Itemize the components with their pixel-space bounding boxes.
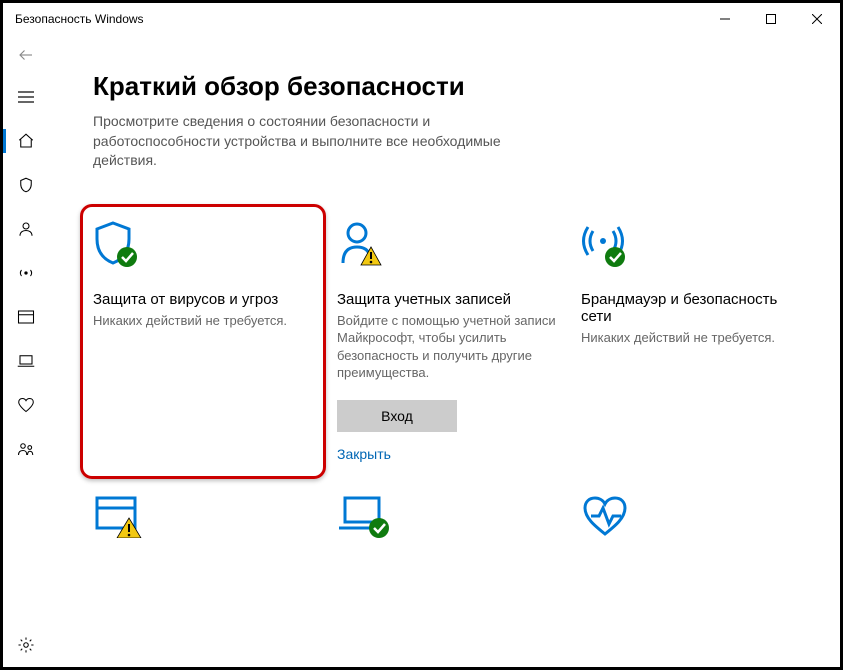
sidebar-item-home[interactable] (3, 119, 49, 163)
laptop-check-icon (337, 494, 393, 538)
close-button[interactable] (794, 3, 840, 35)
menu-button[interactable] (3, 75, 49, 119)
app-icon (17, 309, 35, 325)
page-description: Просмотрите сведения о состоянии безопас… (93, 112, 513, 171)
sidebar-item-health[interactable] (3, 383, 49, 427)
laptop-icon (17, 354, 35, 368)
sidebar-item-firewall[interactable] (3, 251, 49, 295)
heart-icon (17, 397, 35, 413)
tile-title: Брандмауэр и безопасность сети (581, 291, 801, 325)
tile-device-health[interactable] (581, 494, 801, 538)
gear-icon (17, 636, 35, 654)
tile-device-security[interactable] (337, 494, 557, 538)
shield-icon (17, 176, 35, 194)
sidebar-item-account[interactable] (3, 207, 49, 251)
signin-button[interactable]: Вход (337, 400, 457, 432)
tile-virus-protection[interactable]: Защита от вирусов и угроз Никаких действ… (80, 204, 326, 479)
page-title: Краткий обзор безопасности (93, 71, 820, 102)
sidebar-item-appbrowser[interactable] (3, 295, 49, 339)
tile-title: Защита учетных записей (337, 291, 557, 308)
back-button[interactable] (3, 35, 49, 75)
sidebar-item-device[interactable] (3, 339, 49, 383)
heart-pulse-icon (581, 494, 633, 538)
main-content: Краткий обзор безопасности Просмотрите с… (49, 35, 840, 667)
window-title: Безопасность Windows (15, 12, 144, 26)
dismiss-link[interactable]: Закрыть (337, 446, 557, 462)
person-warn-icon (337, 215, 557, 269)
sidebar-item-virus[interactable] (3, 163, 49, 207)
titlebar: Безопасность Windows (3, 3, 840, 35)
person-icon (17, 220, 35, 238)
sidebar-item-settings[interactable] (3, 623, 49, 667)
sidebar-item-family[interactable] (3, 427, 49, 471)
network-check-icon (581, 215, 801, 269)
tile-subtitle: Никаких действий не требуется. (93, 312, 313, 330)
tile-app-browser[interactable] (93, 494, 313, 538)
tile-subtitle: Никаких действий не требуется. (581, 329, 801, 347)
sidebar (3, 35, 49, 667)
maximize-button[interactable] (748, 3, 794, 35)
network-icon (17, 264, 35, 282)
tile-title: Защита от вирусов и угроз (93, 291, 313, 308)
family-icon (17, 441, 35, 457)
tile-subtitle: Войдите с помощью учетной записи Майкрос… (337, 312, 557, 382)
shield-check-icon (93, 215, 313, 269)
minimize-button[interactable] (702, 3, 748, 35)
app-warn-icon (93, 494, 145, 538)
home-icon (17, 132, 35, 150)
tile-account-protection[interactable]: Защита учетных записей Войдите с помощью… (337, 215, 557, 462)
tile-firewall[interactable]: Брандмауэр и безопасность сети Никаких д… (581, 215, 801, 462)
